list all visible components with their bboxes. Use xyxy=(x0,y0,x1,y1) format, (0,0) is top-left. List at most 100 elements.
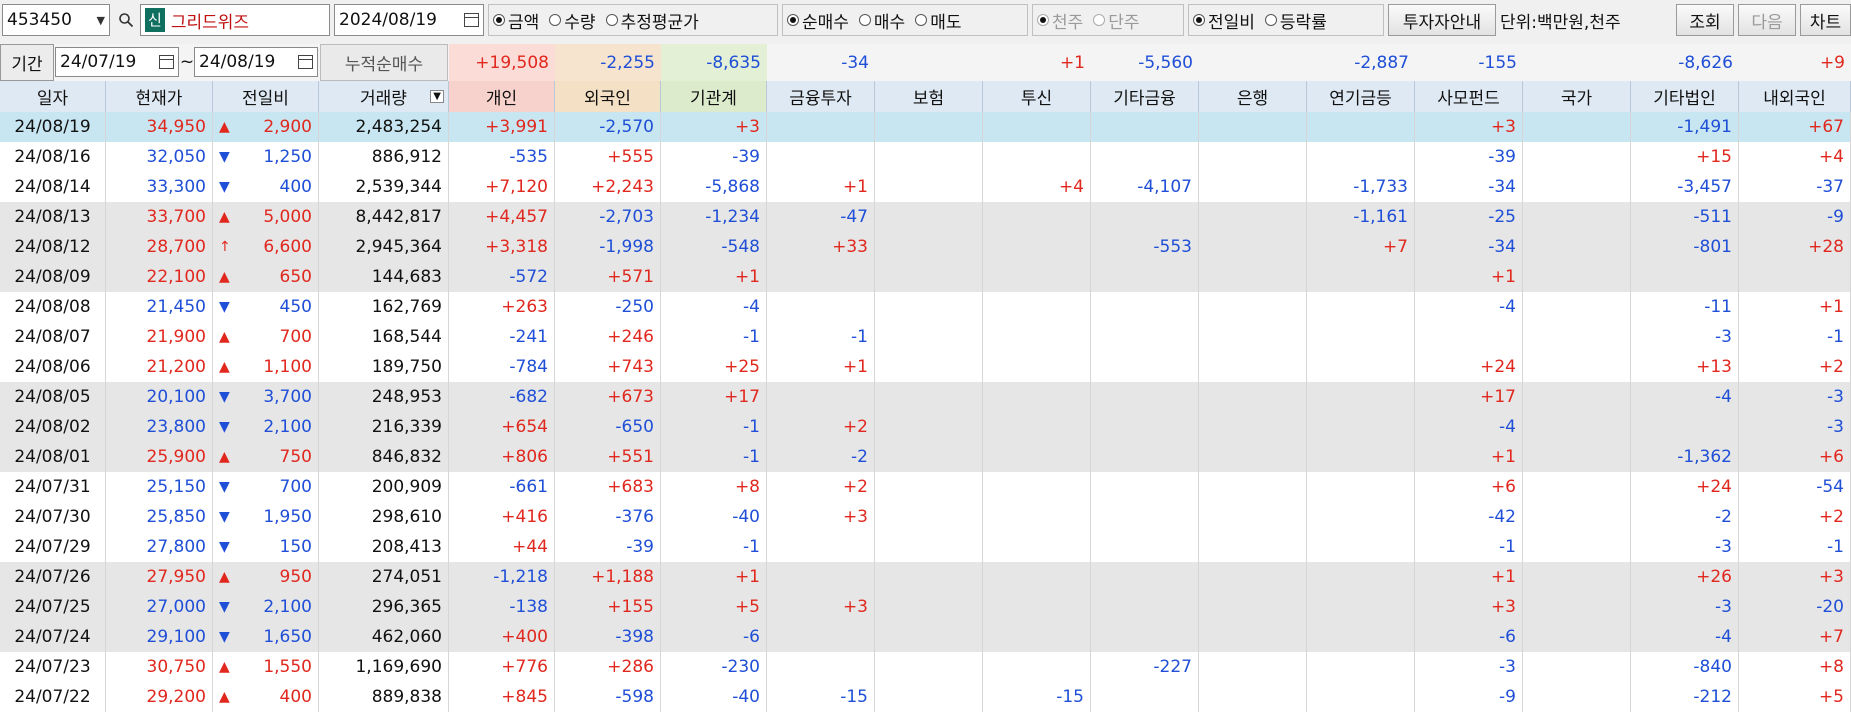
table-row[interactable]: 24/08/05 20,100 ▼ 3,700 248,953 -682 +673 +17 +1… xyxy=(0,382,1851,412)
up-arrow-icon: ▲ xyxy=(219,569,230,585)
search-icon[interactable] xyxy=(114,4,138,36)
volume-cell: 462,060 xyxy=(319,622,449,652)
table-row[interactable]: 24/07/22 29,200 ▲ 400 889,838 +845 -598 -40 -15-… xyxy=(0,682,1851,712)
investor-value-cell xyxy=(1307,112,1415,142)
investor-value-cell: -1 xyxy=(1739,532,1851,562)
investor-value-cell xyxy=(1091,142,1199,172)
column-header[interactable]: 기타금융 xyxy=(1091,81,1199,112)
column-header[interactable]: 일자 xyxy=(0,81,106,112)
investor-value-cell: +7,120 xyxy=(449,172,555,202)
date-cell: 24/08/08 xyxy=(0,292,106,322)
investor-value-cell xyxy=(983,412,1091,442)
calendar-icon[interactable] xyxy=(298,55,313,69)
investor-value-cell: -1,362 xyxy=(1631,442,1739,472)
radio-quantity[interactable]: 수량 xyxy=(549,8,596,33)
table-row[interactable]: 24/08/09 22,100 ▲ 650 144,683 -572 +571 +1 +1 xyxy=(0,262,1851,292)
investor-value-cell xyxy=(767,142,875,172)
table-row[interactable]: 24/07/30 25,850 ▼ 1,950 298,610 +416 -376 -40 +3… xyxy=(0,502,1851,532)
investor-value-cell: +551 xyxy=(555,442,661,472)
table-row[interactable]: 24/07/26 27,950 ▲ 950 274,051 -1,218 +1,188 +1 +… xyxy=(0,562,1851,592)
column-header[interactable]: 연기금등 xyxy=(1307,81,1415,112)
investor-value-cell: +1 xyxy=(1415,562,1523,592)
column-header[interactable]: 사모펀드 xyxy=(1415,81,1523,112)
down-arrow-icon: ▼ xyxy=(219,539,230,555)
investor-value-cell xyxy=(983,292,1091,322)
investor-value-cell: -4 xyxy=(661,292,767,322)
table-row[interactable]: 24/08/13 33,700 ▲ 5,000 8,442,817 +4,457 -2,70… xyxy=(0,202,1851,232)
table-row[interactable]: 24/08/08 21,450 ▼ 450 162,769 +263 -250 -4 -4 -11… xyxy=(0,292,1851,322)
stock-name-field[interactable]: 신 그리드위즈 xyxy=(140,4,330,36)
column-header[interactable]: 내외국인 xyxy=(1739,81,1851,112)
investor-value-cell xyxy=(1199,562,1307,592)
column-header[interactable]: 은행 xyxy=(1199,81,1307,112)
radio-change-rate[interactable]: 등락률 xyxy=(1264,8,1327,33)
investor-value-cell xyxy=(1307,142,1415,172)
table-row[interactable]: 24/08/07 21,900 ▲ 700 168,544 -241 +246 -1 -1 -3-… xyxy=(0,322,1851,352)
date-input[interactable]: 2024/08/19 xyxy=(334,4,484,36)
table-row[interactable]: 24/08/14 33,300 ▼ 400 2,539,344 +7,120 +2,243-… xyxy=(0,172,1851,202)
column-header[interactable]: 거래량 ▼ xyxy=(319,81,449,112)
table-row[interactable]: 24/07/24 29,100 ▼ 1,650 462,060 +400 -398 -6 -6-… xyxy=(0,622,1851,652)
calendar-icon[interactable] xyxy=(159,55,174,69)
query-button[interactable]: 조회 xyxy=(1676,4,1734,36)
column-header-label: 은행 xyxy=(1236,89,1269,109)
period-start-input[interactable]: 24/07/19 xyxy=(55,47,179,77)
investor-value-cell xyxy=(1091,262,1199,292)
column-header[interactable]: 기타법인 xyxy=(1631,81,1739,112)
table-row[interactable]: 24/08/02 23,800 ▼ 2,100 216,339 +654 -650 -1 +2 -… xyxy=(0,412,1851,442)
investor-value-cell: -6 xyxy=(661,622,767,652)
table-row[interactable]: 24/08/06 21,200 ▲ 1,100 189,750 -784 +743 +25 +1… xyxy=(0,352,1851,382)
radio-avg-price[interactable]: 추정평균가 xyxy=(605,8,699,33)
investor-value-cell: +155 xyxy=(555,592,661,622)
investor-value-cell: -39 xyxy=(1415,142,1523,172)
table-row[interactable]: 24/08/12 28,700 ↑ 6,600 2,945,364 +3,318 -1,99… xyxy=(0,232,1851,262)
investor-info-button[interactable]: 투자자안내 xyxy=(1388,4,1496,36)
radio-buy[interactable]: 매수 xyxy=(858,8,905,33)
investor-value-cell: -1,161 xyxy=(1307,202,1415,232)
table-row[interactable]: 24/07/31 25,150 ▼ 700 200,909 -661 +683 +8 +2 +6 +… xyxy=(0,472,1851,502)
radio-prev-day[interactable]: 전일비 xyxy=(1193,8,1255,33)
investor-value-cell: +17 xyxy=(1415,382,1523,412)
column-header[interactable]: 기관계 xyxy=(661,81,767,112)
next-button[interactable]: 다음 xyxy=(1738,4,1796,36)
table-row[interactable]: 24/08/16 32,050 ▼ 1,250 886,912 -535 +555 -39 -3… xyxy=(0,142,1851,172)
column-header[interactable]: 보험 xyxy=(875,81,983,112)
table-row[interactable]: 24/08/19 34,950 ▲ 2,900 2,483,254 +3,991 -2,57… xyxy=(0,112,1851,142)
investor-value-cell xyxy=(875,112,983,142)
investor-value-cell: -4 xyxy=(1631,622,1739,652)
column-header[interactable]: 현재가 xyxy=(106,81,213,112)
table-row[interactable]: 24/08/01 25,900 ▲ 750 846,832 +806 +551 -1 -2 +1 -… xyxy=(0,442,1851,472)
column-header[interactable]: 금융투자 xyxy=(767,81,875,112)
chart-button[interactable]: 차트 xyxy=(1800,4,1851,36)
investor-value-cell xyxy=(1199,202,1307,232)
investor-value-cell xyxy=(1091,562,1199,592)
calendar-icon[interactable] xyxy=(464,13,479,27)
investor-value-cell: +1 xyxy=(661,562,767,592)
column-header[interactable]: 투신 xyxy=(983,81,1091,112)
radio-single-shares[interactable]: 단주 xyxy=(1093,8,1140,33)
table-row[interactable]: 24/07/23 30,750 ▲ 1,550 1,169,690 +776 +286 -23… xyxy=(0,652,1851,682)
next-label: 다음 xyxy=(1751,12,1783,33)
radio-net-buy[interactable]: 순매수 xyxy=(787,8,849,33)
date-cell: 24/08/19 xyxy=(0,112,106,142)
investor-value-cell: +2 xyxy=(1739,352,1851,382)
stock-code-input[interactable]: 453450 ▼ xyxy=(2,4,110,36)
column-header[interactable]: 외국인 xyxy=(555,81,661,112)
chevron-down-icon[interactable]: ▼ xyxy=(97,14,105,27)
radio-thousand-shares[interactable]: 천주 xyxy=(1037,8,1083,33)
date-cell: 24/08/12 xyxy=(0,232,106,262)
radio-amount[interactable]: 금액 xyxy=(493,8,539,33)
table-row[interactable]: 24/07/29 27,800 ▼ 150 208,413 +44 -39 -1 -1 -3 -1 xyxy=(0,532,1851,562)
column-header[interactable]: 전일비 xyxy=(213,81,319,112)
column-header[interactable]: 개인 xyxy=(449,81,555,112)
investor-value-cell: +28 xyxy=(1739,232,1851,262)
sort-dropdown-icon[interactable]: ▼ xyxy=(430,90,444,103)
volume-cell: 2,539,344 xyxy=(319,172,449,202)
column-header[interactable]: 국가 xyxy=(1523,81,1631,112)
column-header-label: 개인 xyxy=(485,89,518,109)
period-end-input[interactable]: 24/08/19 xyxy=(194,47,318,77)
table-row[interactable]: 24/07/25 27,000 ▼ 2,100 296,365 -138 +155 +5 +3 +… xyxy=(0,592,1851,622)
radio-sell[interactable]: 매도 xyxy=(915,8,961,33)
investor-value-cell xyxy=(1523,112,1631,142)
change-value: 650 xyxy=(279,267,312,287)
